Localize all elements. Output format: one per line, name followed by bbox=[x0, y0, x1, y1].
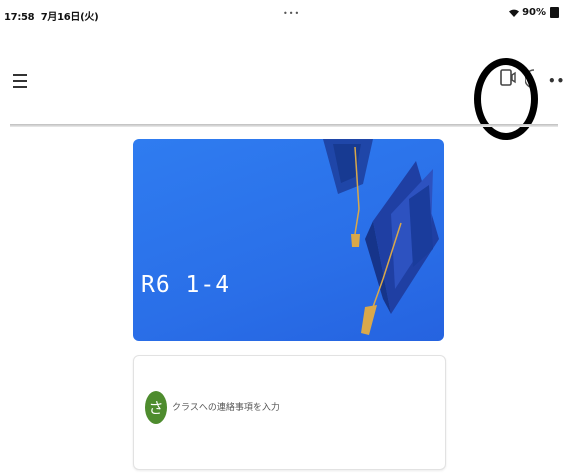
app-bar: ••• bbox=[0, 28, 565, 140]
wifi-icon bbox=[509, 9, 520, 17]
announcement-input[interactable]: クラスへの連絡事項を入力 bbox=[172, 400, 280, 413]
multitask-dots[interactable]: ••• bbox=[283, 9, 300, 18]
class-banner[interactable]: R6 1-4 bbox=[133, 139, 444, 341]
status-bar: 17:58 7月16日(火) ••• 90% bbox=[0, 0, 565, 28]
more-icon[interactable]: ••• bbox=[548, 74, 565, 88]
graduation-caps-illustration bbox=[323, 139, 439, 335]
status-time: 17:58 7月16日(火) bbox=[4, 8, 99, 23]
class-title: R6 1-4 bbox=[141, 272, 231, 298]
announcement-card[interactable]: さ クラスへの連絡事項を入力 bbox=[133, 355, 446, 470]
battery-percent: 90% bbox=[522, 7, 546, 18]
status-clock: 17:58 bbox=[4, 12, 35, 23]
highlight-circle bbox=[474, 58, 538, 140]
avatar: さ bbox=[145, 391, 167, 424]
menu-icon[interactable] bbox=[13, 74, 27, 88]
status-date: 7月16日(火) bbox=[40, 12, 99, 23]
battery-icon bbox=[550, 7, 559, 18]
status-right: 90% bbox=[508, 7, 559, 18]
app-bar-divider bbox=[10, 124, 558, 127]
